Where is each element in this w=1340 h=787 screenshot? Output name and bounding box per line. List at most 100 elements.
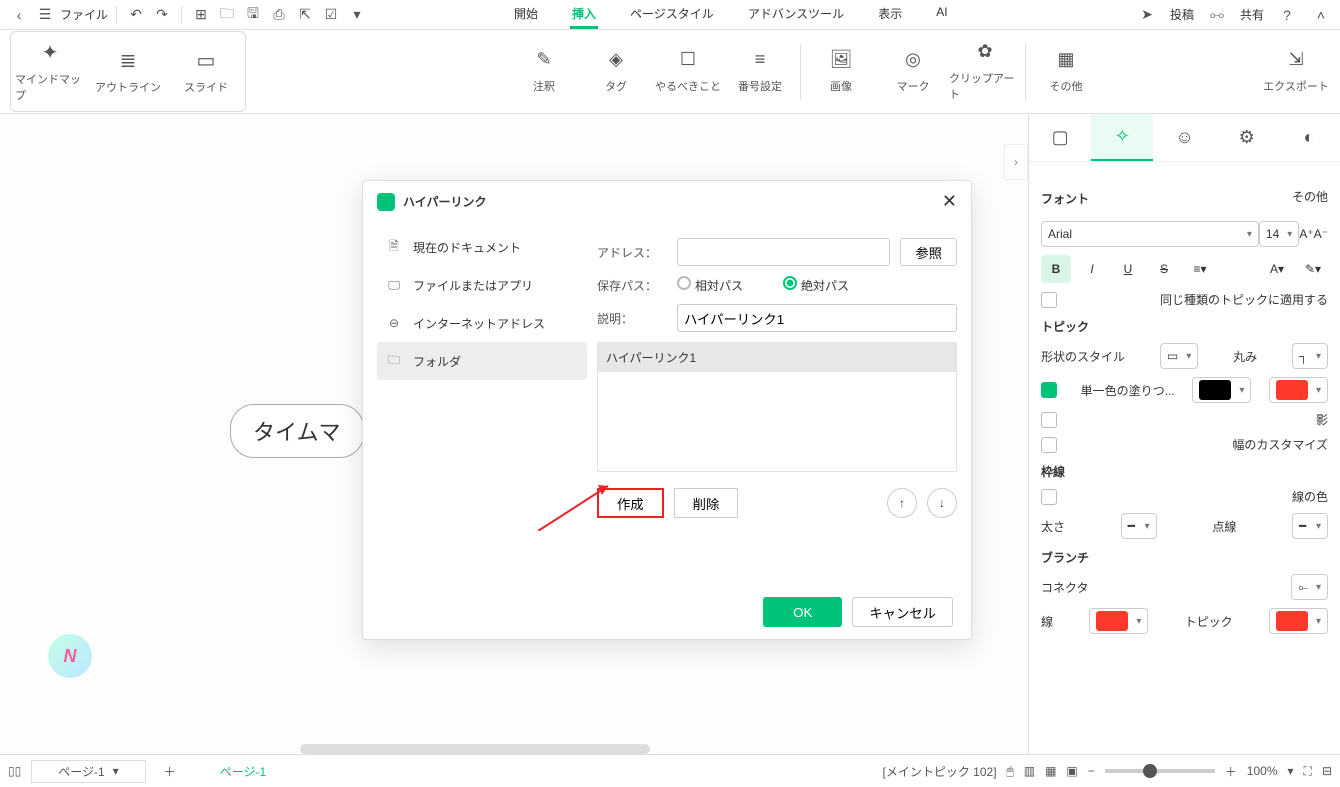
redo-icon[interactable]: ↷ [151, 4, 173, 26]
post-label[interactable]: 投稿 [1170, 6, 1194, 23]
horizontal-scrollbar[interactable] [300, 744, 650, 754]
cancel-button[interactable]: キャンセル [852, 597, 953, 627]
panel-toggle-icon[interactable]: › [1004, 144, 1028, 180]
absolute-radio[interactable] [783, 276, 797, 290]
fill-color-2[interactable]: ▾ [1269, 377, 1328, 403]
ribbon-clipart[interactable]: ✿クリップアート [949, 41, 1021, 102]
solid-fill-checkbox[interactable] [1041, 382, 1057, 398]
sp-tab-emoji[interactable]: ☺ [1153, 114, 1215, 161]
highlight-button[interactable]: ✎▾ [1298, 255, 1328, 283]
ribbon-export[interactable]: ⇲エクスポート [1260, 49, 1332, 94]
assistant-button[interactable]: N [48, 634, 92, 678]
check-icon[interactable]: ☑ [320, 4, 342, 26]
bold-button[interactable]: B [1041, 255, 1071, 283]
zoom-value[interactable]: 100% [1247, 764, 1278, 778]
save-icon[interactable]: 🖫 [242, 4, 264, 26]
address-input[interactable] [677, 238, 890, 266]
move-down-icon[interactable]: ↓ [927, 488, 957, 518]
grid2-icon[interactable]: ▦ [1045, 764, 1056, 778]
create-button[interactable]: 作成 [597, 488, 664, 518]
zoom-out-icon[interactable]: − [1088, 764, 1095, 778]
fit-icon[interactable]: ▣ [1066, 764, 1077, 778]
sp-tab-shape[interactable]: ▢ [1029, 114, 1091, 161]
sp-tab-moon[interactable]: ◐ [1278, 114, 1340, 161]
new-icon[interactable]: ⊞ [190, 4, 212, 26]
export-icon[interactable]: ⇱ [294, 4, 316, 26]
italic-button[interactable]: I [1077, 255, 1107, 283]
print-icon[interactable]: ⎙ [268, 4, 290, 26]
apply-same-checkbox[interactable] [1041, 292, 1057, 308]
ribbon-annotate[interactable]: ✎注釈 [508, 49, 580, 94]
custom-width-checkbox[interactable] [1041, 437, 1057, 453]
zoom-in-icon[interactable]: ＋ [1225, 763, 1237, 780]
branch-line-color[interactable]: ▾ [1089, 608, 1148, 634]
connector-select[interactable]: ⟜▾ [1291, 574, 1328, 600]
ribbon-todo[interactable]: ☐やるべきこと [652, 49, 724, 94]
chevron-down-icon[interactable]: ▾ [346, 4, 368, 26]
dash-select[interactable]: ━▾ [1292, 513, 1328, 539]
fill-color-1[interactable]: ▾ [1192, 377, 1251, 403]
other-link[interactable]: その他 [1292, 188, 1328, 205]
nav-file-app[interactable]: 🖵ファイルまたはアプリ [377, 266, 587, 304]
shadow-checkbox[interactable] [1041, 412, 1057, 428]
sp-tab-gear[interactable]: ⚙ [1216, 114, 1278, 161]
strike-button[interactable]: S [1149, 255, 1179, 283]
tab-view[interactable]: 表示 [876, 1, 904, 29]
round-select[interactable]: ┐▾ [1292, 343, 1328, 369]
menu-icon[interactable]: ☰ [34, 4, 56, 26]
font-color-button[interactable]: A▾ [1262, 255, 1292, 283]
ribbon-other[interactable]: ▦その他 [1030, 49, 1102, 94]
view-slide[interactable]: ▭スライド [167, 32, 245, 111]
desc-input[interactable] [677, 304, 957, 332]
ribbon-tag[interactable]: ◈タグ [580, 49, 652, 94]
mouse-icon[interactable]: 🖱 [1007, 764, 1014, 779]
tab-insert[interactable]: 挿入 [570, 1, 598, 29]
fullscreen-icon[interactable]: ⛶ [1304, 764, 1312, 779]
page-combo[interactable]: ページ-1▾ [31, 760, 145, 783]
link-list-item[interactable]: ハイパーリンク1 [598, 343, 956, 372]
move-up-icon[interactable]: ↑ [887, 488, 917, 518]
font-size-select[interactable]: 14▾ [1259, 221, 1299, 247]
ribbon-numbering[interactable]: ≡番号設定 [724, 49, 796, 94]
relative-radio[interactable] [677, 276, 691, 290]
underline-button[interactable]: U [1113, 255, 1143, 283]
nav-folder[interactable]: 🗀フォルダ [377, 342, 587, 380]
line-color-checkbox[interactable] [1041, 489, 1057, 505]
view-outline[interactable]: ≣アウトライン [89, 32, 167, 111]
pages-icon[interactable]: ▯▯ [8, 764, 21, 778]
ribbon-mark[interactable]: ◎マーク [877, 49, 949, 94]
close-icon[interactable]: ✕ [942, 191, 957, 212]
open-icon[interactable]: 🗀 [216, 4, 238, 26]
nav-current-doc[interactable]: 🗎現在のドキュメント [377, 228, 587, 266]
share-label[interactable]: 共有 [1240, 6, 1264, 23]
increase-font-icon[interactable]: A⁺ [1299, 227, 1313, 241]
ribbon-image[interactable]: 🖼画像 [805, 49, 877, 94]
help-icon[interactable]: ? [1276, 4, 1298, 26]
undo-icon[interactable]: ↶ [125, 4, 147, 26]
weight-select[interactable]: ━▾ [1121, 513, 1157, 539]
back-icon[interactable]: ‹ [8, 4, 30, 26]
main-topic[interactable]: タイムマ [230, 404, 364, 458]
browse-button[interactable]: 参照 [900, 238, 957, 266]
align-button[interactable]: ≡▾ [1185, 255, 1215, 283]
page-tab-1[interactable]: ページ-1 [194, 761, 292, 782]
ok-button[interactable]: OK [763, 597, 842, 627]
collapse-icon[interactable]: ˄ [1310, 4, 1332, 26]
add-page-button[interactable]: ＋ [156, 759, 184, 783]
tab-advanced[interactable]: アドバンスツール [746, 1, 846, 29]
tab-pagestyle[interactable]: ページスタイル [628, 1, 716, 29]
tab-start[interactable]: 開始 [512, 1, 540, 29]
font-family-select[interactable]: Arial▾ [1041, 221, 1259, 247]
send-icon[interactable]: ➤ [1136, 4, 1158, 26]
shape-style-select[interactable]: ▭▾ [1160, 343, 1198, 369]
view-mindmap[interactable]: ✦マインドマップ [11, 32, 89, 111]
sp-tab-style[interactable]: ✧ [1091, 114, 1153, 161]
branch-topic-color[interactable]: ▾ [1269, 608, 1328, 634]
decrease-font-icon[interactable]: A⁻ [1314, 227, 1328, 241]
delete-button[interactable]: 削除 [674, 488, 739, 518]
nav-url[interactable]: ⊖インターネットアドレス [377, 304, 587, 342]
grid1-icon[interactable]: ▥ [1024, 764, 1035, 778]
file-menu[interactable]: ファイル [60, 6, 108, 23]
link-list[interactable]: ハイパーリンク1 [597, 342, 957, 472]
share-icon[interactable]: ⧟ [1206, 4, 1228, 26]
